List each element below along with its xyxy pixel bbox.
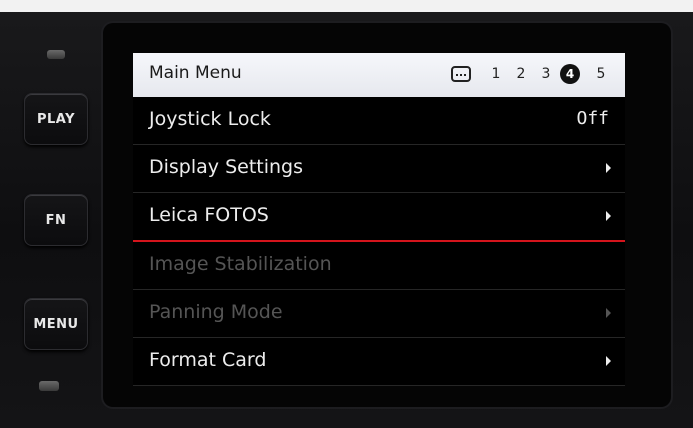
lcd-screen: Main Menu 1 2 3 4 5 Joystick Lock Off Di…	[133, 53, 625, 386]
menu-item-label: Image Stabilization	[149, 253, 332, 275]
menu-button[interactable]: MENU	[24, 298, 88, 350]
page-3[interactable]: 3	[535, 66, 557, 82]
menu-item-label: Joystick Lock	[149, 108, 271, 130]
menu-item-leica-fotos[interactable]: Leica FOTOS	[133, 193, 625, 242]
menu-item-display-settings[interactable]: Display Settings	[133, 145, 625, 193]
play-button[interactable]: PLAY	[24, 93, 88, 145]
menu-item-format-card[interactable]: Format Card	[133, 338, 625, 386]
menu-header: Main Menu 1 2 3 4 5	[133, 53, 625, 97]
fn-button[interactable]: FN	[24, 194, 88, 246]
chevron-right-icon	[606, 308, 611, 318]
status-led-bottom	[39, 381, 59, 391]
status-led-top	[47, 50, 65, 59]
chevron-right-icon	[606, 163, 611, 173]
menu-item-image-stabilization[interactable]: Image Stabilization	[133, 242, 625, 290]
menu-item-label: Leica FOTOS	[149, 204, 269, 226]
menu-item-label: Panning Mode	[149, 301, 283, 323]
menu-item-label: Format Card	[149, 349, 267, 371]
menu-item-value: Off	[576, 108, 609, 129]
page-5[interactable]: 5	[590, 66, 612, 82]
menu-item-label: Display Settings	[149, 156, 304, 178]
chevron-right-icon	[606, 211, 611, 221]
overview-grid-icon[interactable]	[451, 66, 471, 82]
page-indicator: 1 2 3 4 5	[451, 63, 615, 85]
page-4-active[interactable]: 4	[560, 64, 580, 84]
top-edge	[0, 0, 693, 12]
menu-title: Main Menu	[149, 63, 242, 83]
menu-list: Joystick Lock Off Display Settings Leica…	[133, 97, 625, 386]
chevron-right-icon	[606, 356, 611, 366]
page-1[interactable]: 1	[485, 66, 507, 82]
menu-item-panning-mode[interactable]: Panning Mode	[133, 290, 625, 338]
menu-item-joystick-lock[interactable]: Joystick Lock Off	[133, 97, 625, 145]
page-2[interactable]: 2	[510, 66, 532, 82]
